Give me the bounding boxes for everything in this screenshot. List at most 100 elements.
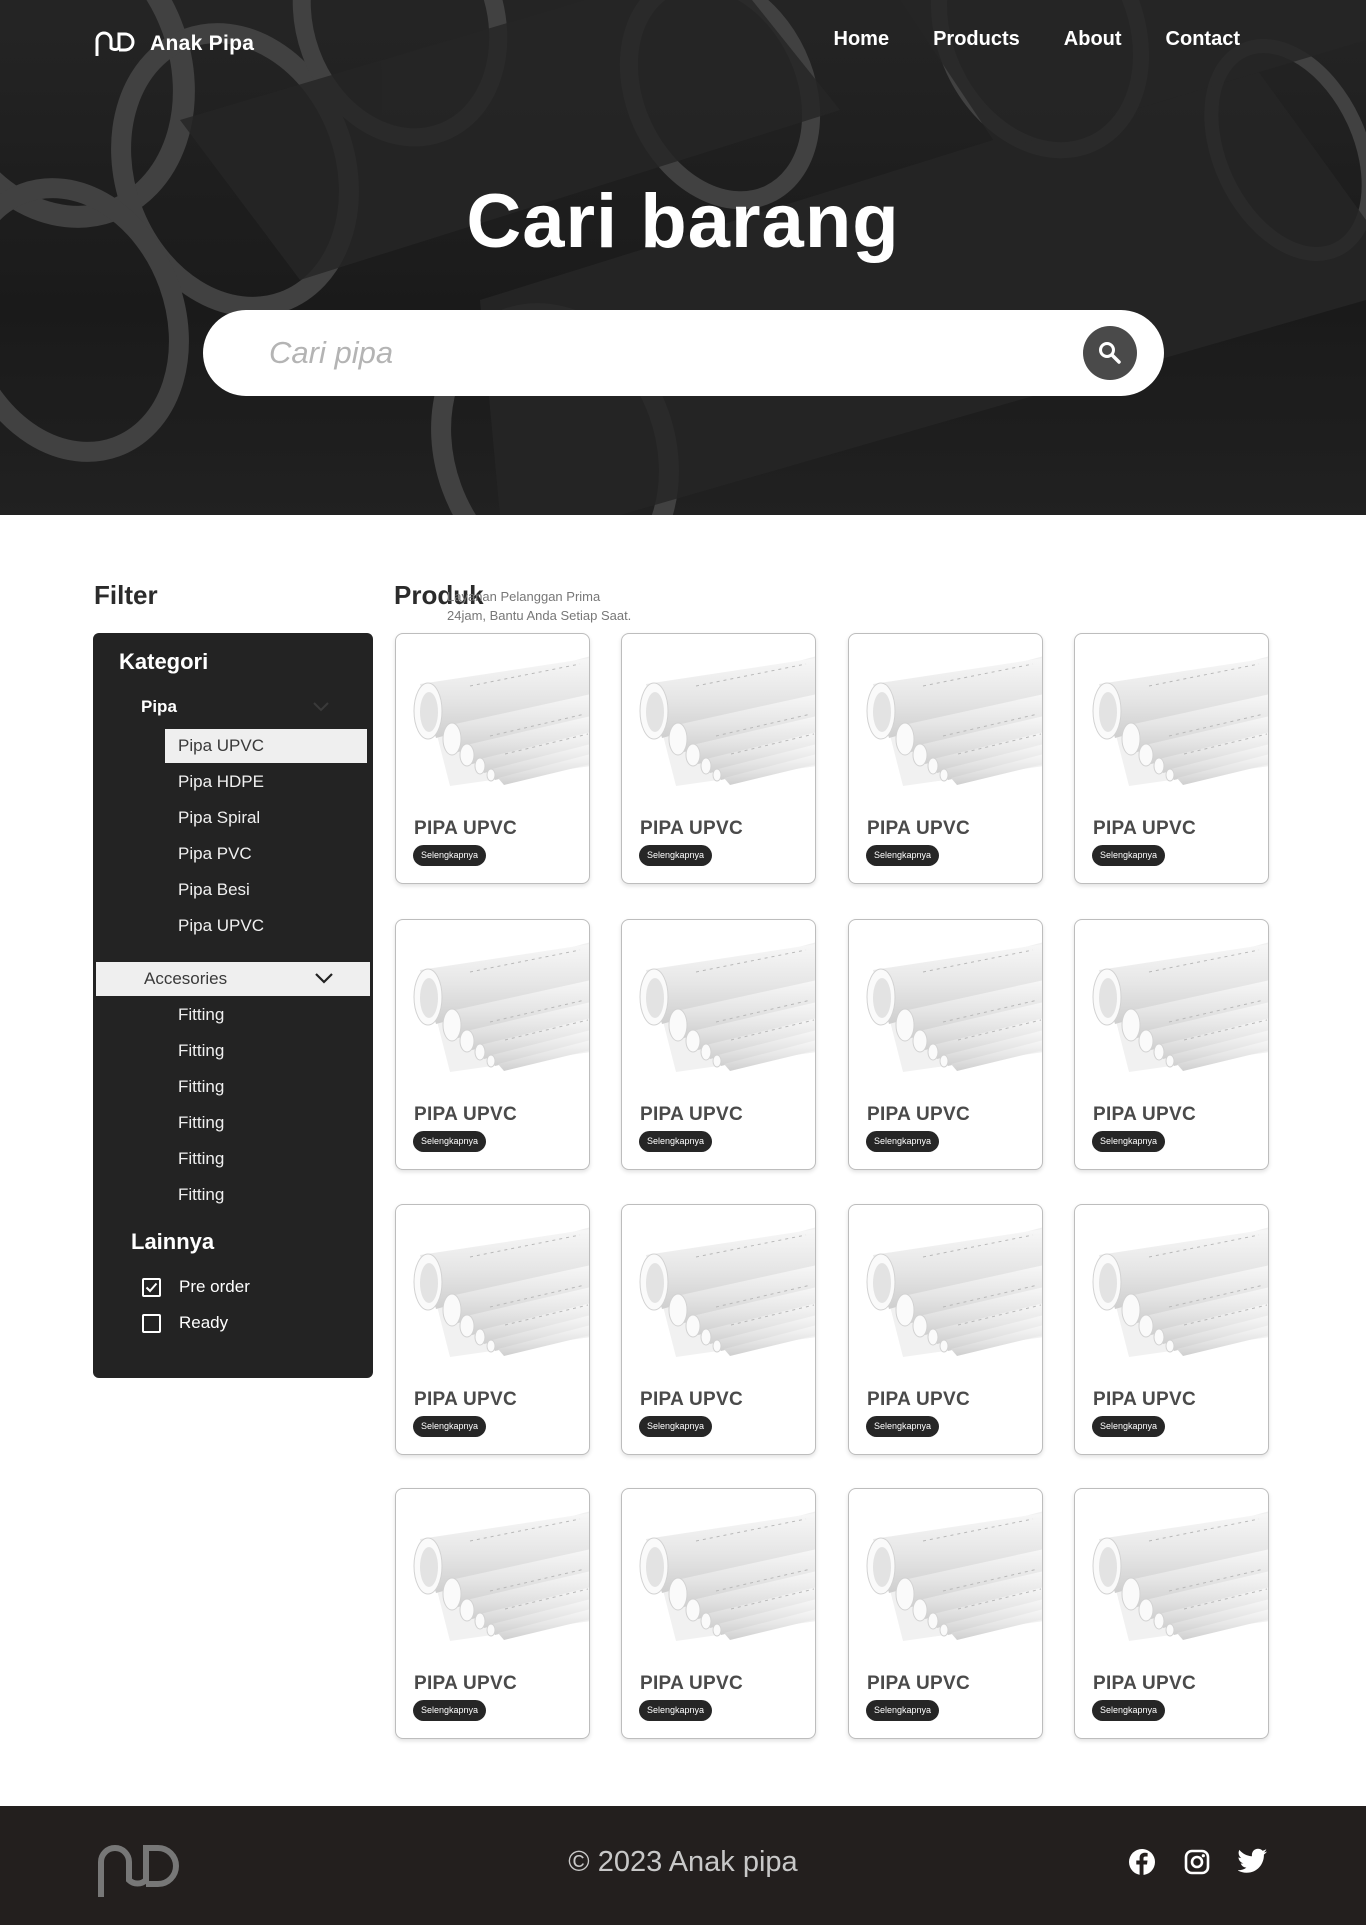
details-button[interactable]: Selengkapnya <box>413 1416 487 1437</box>
details-button[interactable]: Selengkapnya <box>413 845 487 866</box>
category-item[interactable]: Pipa Besi <box>178 880 250 900</box>
nav-contact[interactable]: Contact <box>1166 28 1240 51</box>
search-button[interactable] <box>1083 326 1137 380</box>
details-button[interactable]: Selengkapnya <box>639 1131 713 1152</box>
category-item[interactable]: Fitting <box>178 1005 224 1025</box>
checkbox-checked-icon <box>142 1277 161 1297</box>
details-button[interactable]: Selengkapnya <box>1092 845 1166 866</box>
product-card[interactable]: PIPA UPVC Selengkapnya <box>621 633 816 884</box>
product-card[interactable]: PIPA UPVC Selengkapnya <box>1074 1488 1269 1739</box>
product-card[interactable]: PIPA UPVC Selengkapnya <box>395 1204 590 1455</box>
pipe-product-image <box>413 656 589 786</box>
product-name: PIPA UPVC <box>1093 818 1196 839</box>
footer: © 2023 Anak pipa <box>0 1806 1366 1925</box>
brand-mark-icon <box>95 31 135 56</box>
hero-title: Cari barang <box>466 179 900 264</box>
service-note-line: Layanan Pelanggan Prima <box>447 589 601 604</box>
details-button[interactable]: Selengkapnya <box>866 1131 940 1152</box>
main-nav: Home Products About Contact <box>790 28 1240 51</box>
product-name: PIPA UPVC <box>867 818 970 839</box>
details-button[interactable]: Selengkapnya <box>639 845 713 866</box>
pipe-product-image <box>639 1511 815 1641</box>
details-button[interactable]: Selengkapnya <box>1092 1700 1166 1721</box>
category-item[interactable]: Fitting <box>178 1041 224 1061</box>
chevron-down-icon[interactable] <box>311 699 331 713</box>
pipe-product-image <box>866 1511 1042 1641</box>
nav-products[interactable]: Products <box>933 28 1020 51</box>
product-name: PIPA UPVC <box>1093 1104 1196 1125</box>
pipe-product-image <box>866 1227 1042 1357</box>
product-card[interactable]: PIPA UPVC Selengkapnya <box>848 633 1043 884</box>
product-card[interactable]: PIPA UPVC Selengkapnya <box>395 919 590 1170</box>
brand-name: Anak Pipa <box>150 32 255 55</box>
details-button[interactable]: Selengkapnya <box>639 1700 713 1721</box>
product-name: PIPA UPVC <box>1093 1389 1196 1410</box>
category-item[interactable]: Fitting <box>178 1077 224 1097</box>
pipe-product-image <box>639 656 815 786</box>
checkbox-empty-icon <box>142 1313 161 1333</box>
chevron-down-icon <box>315 973 333 984</box>
product-card[interactable]: PIPA UPVC Selengkapnya <box>621 1204 816 1455</box>
details-button[interactable]: Selengkapnya <box>866 1700 940 1721</box>
facebook-icon[interactable] <box>1128 1848 1156 1876</box>
details-button[interactable]: Selengkapnya <box>413 1700 487 1721</box>
details-button[interactable]: Selengkapnya <box>866 845 940 866</box>
product-card[interactable]: PIPA UPVC Selengkapnya <box>1074 633 1269 884</box>
product-card[interactable]: PIPA UPVC Selengkapnya <box>1074 919 1269 1170</box>
product-name: PIPA UPVC <box>867 1389 970 1410</box>
category-item[interactable]: Pipa UPVC <box>165 729 367 763</box>
category-item[interactable]: Pipa HDPE <box>178 772 264 792</box>
pipe-product-image <box>639 942 815 1072</box>
product-card[interactable]: PIPA UPVC Selengkapnya <box>848 1204 1043 1455</box>
product-name: PIPA UPVC <box>1093 1673 1196 1694</box>
brand-logo[interactable]: Anak Pipa <box>94 30 254 58</box>
pipe-product-image <box>413 1511 589 1641</box>
details-button[interactable]: Selengkapnya <box>866 1416 940 1437</box>
product-card[interactable]: PIPA UPVC Selengkapnya <box>1074 1204 1269 1455</box>
pipe-product-image <box>1092 656 1268 786</box>
product-card[interactable]: PIPA UPVC Selengkapnya <box>848 1488 1043 1739</box>
details-button[interactable]: Selengkapnya <box>639 1416 713 1437</box>
pipe-product-image <box>866 942 1042 1072</box>
service-note-line: 24jam, Bantu Anda Setiap Saat. <box>447 608 632 623</box>
pipe-product-image <box>413 1227 589 1357</box>
category-item[interactable]: Pipa PVC <box>178 844 252 864</box>
pipe-product-image <box>413 942 589 1072</box>
search-input[interactable] <box>269 328 1029 378</box>
pipe-product-image <box>1092 1511 1268 1641</box>
twitter-icon[interactable] <box>1238 1848 1268 1874</box>
product-name: PIPA UPVC <box>640 1389 743 1410</box>
product-name: PIPA UPVC <box>640 1104 743 1125</box>
category-item[interactable]: Pipa Spiral <box>178 808 260 828</box>
category-item[interactable]: Fitting <box>178 1185 224 1205</box>
nav-about[interactable]: About <box>1064 28 1122 51</box>
checkbox-ready[interactable]: Ready <box>142 1313 228 1333</box>
pipe-product-image <box>639 1227 815 1357</box>
checkbox-pre-order[interactable]: Pre order <box>142 1277 250 1297</box>
product-card[interactable]: PIPA UPVC Selengkapnya <box>621 919 816 1170</box>
details-button[interactable]: Selengkapnya <box>1092 1131 1166 1152</box>
category-item[interactable]: Pipa UPVC <box>178 916 264 936</box>
product-card[interactable]: PIPA UPVC Selengkapnya <box>395 1488 590 1739</box>
product-name: PIPA UPVC <box>414 1389 517 1410</box>
nav-home[interactable]: Home <box>834 28 890 51</box>
details-button[interactable]: Selengkapnya <box>413 1131 487 1152</box>
details-button[interactable]: Selengkapnya <box>1092 1416 1166 1437</box>
product-card[interactable]: PIPA UPVC Selengkapnya <box>848 919 1043 1170</box>
filter-title: Filter <box>94 580 158 610</box>
pipe-product-image <box>1092 942 1268 1072</box>
product-card[interactable]: PIPA UPVC Selengkapnya <box>395 633 590 884</box>
category-group-accesories[interactable]: Accesories <box>96 962 370 996</box>
product-name: PIPA UPVC <box>640 818 743 839</box>
category-item[interactable]: Fitting <box>178 1149 224 1169</box>
instagram-icon[interactable] <box>1183 1848 1211 1876</box>
category-group-pipa[interactable]: Pipa <box>141 697 177 717</box>
checkbox-label: Ready <box>179 1313 229 1332</box>
product-card[interactable]: PIPA UPVC Selengkapnya <box>621 1488 816 1739</box>
hero-banner: Anak Pipa Home Products About Contact Ca… <box>0 0 1366 515</box>
checkbox-label: Pre order <box>179 1277 250 1296</box>
category-group-label: Accesories <box>144 969 228 988</box>
product-name: PIPA UPVC <box>414 1673 517 1694</box>
category-item[interactable]: Fitting <box>178 1113 224 1133</box>
product-name: PIPA UPVC <box>414 818 517 839</box>
